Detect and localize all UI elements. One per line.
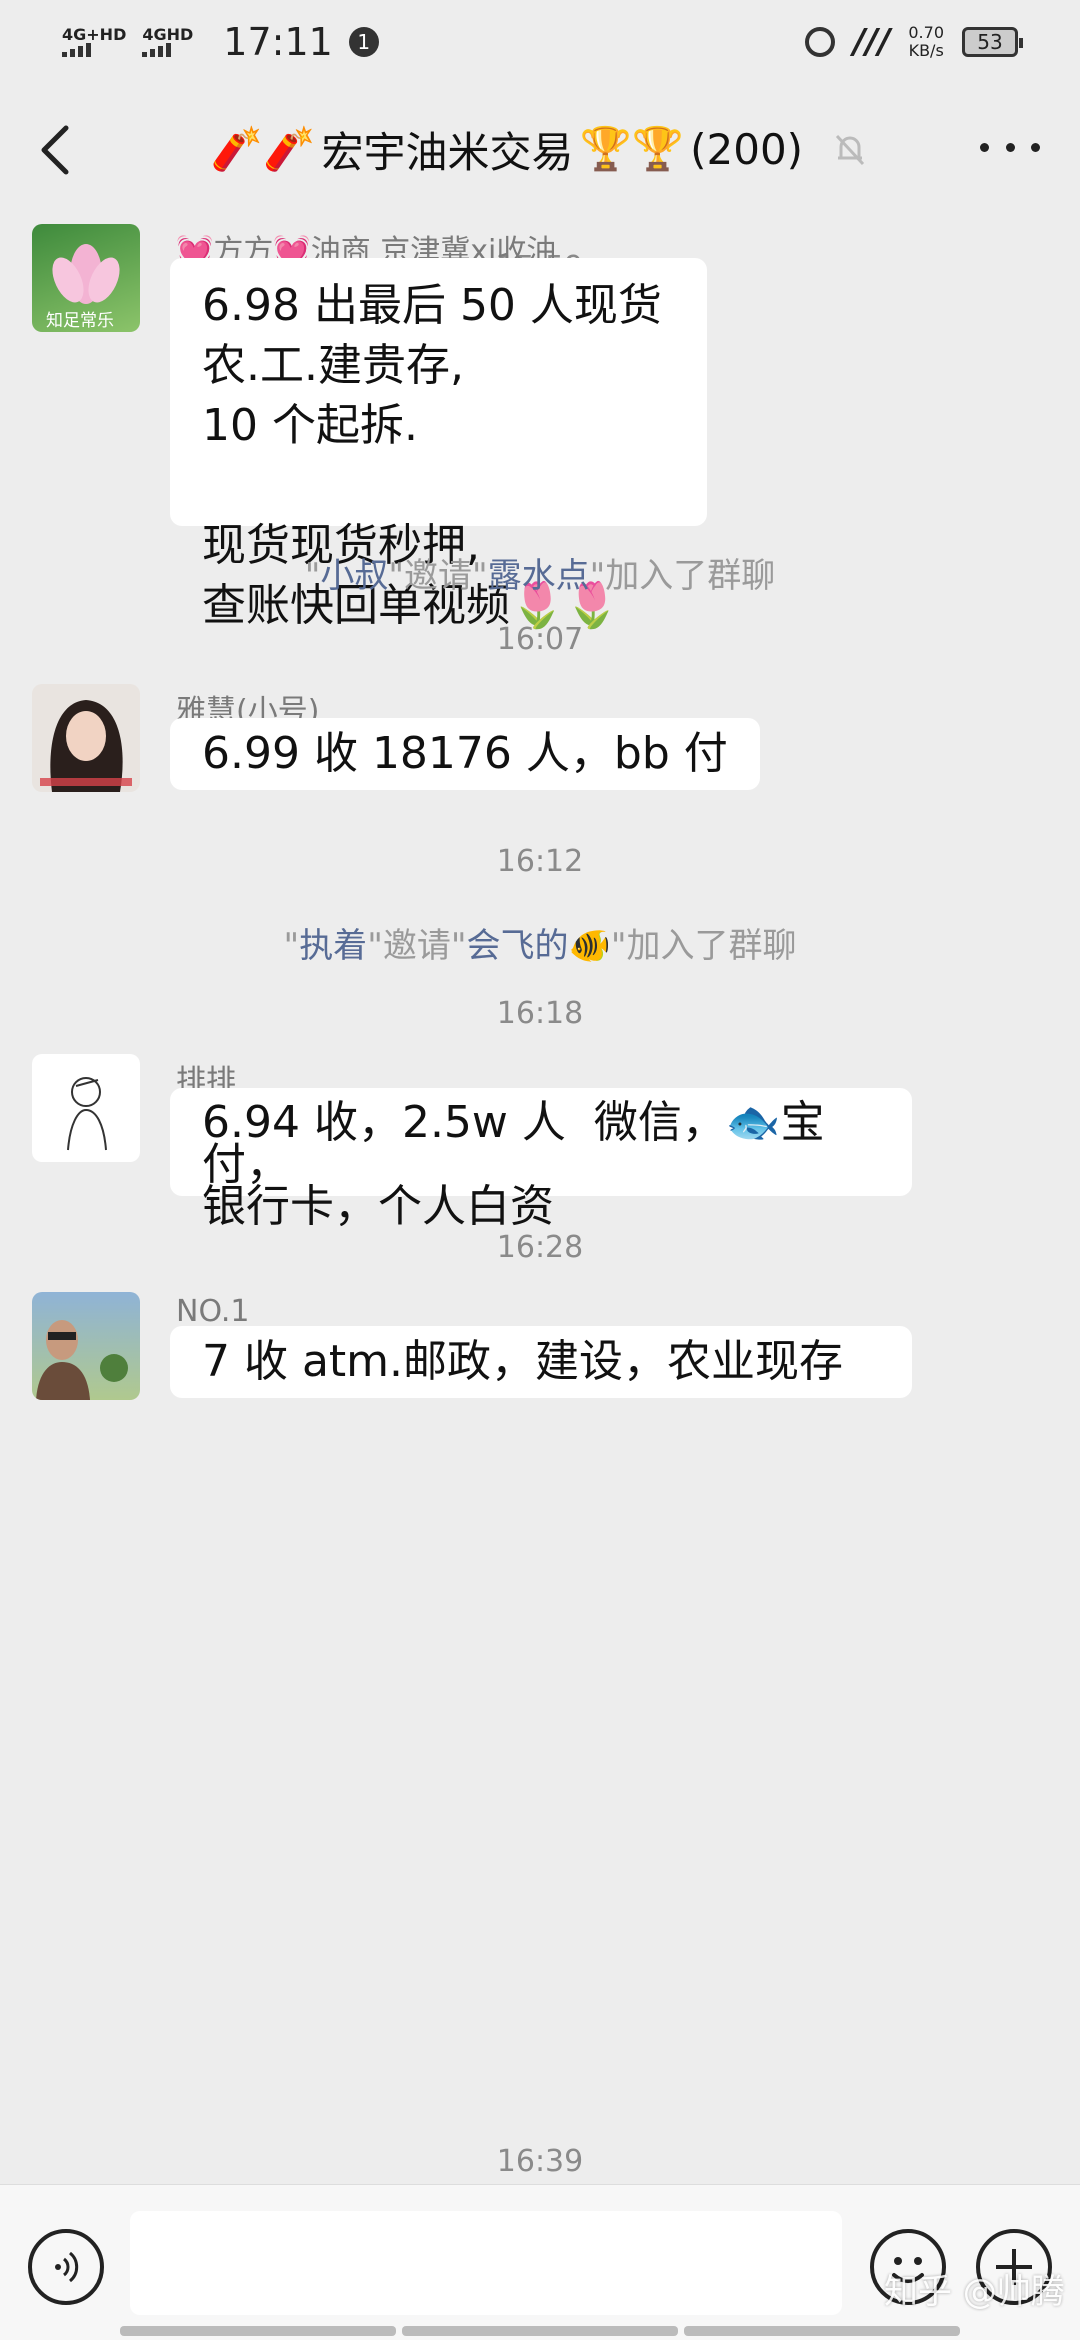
inviter-name[interactable]: 小叔 [320,556,388,596]
sim2-signal: 4GHD [142,27,193,57]
signal-strength-icon: /// [853,22,891,62]
invitee-name[interactable]: 露水点 [488,556,590,596]
alarm-icon [805,27,836,57]
sim2-label: 4GHD [142,25,194,44]
sim1-label: 4G+HD [62,25,127,44]
trophy-emoji: 🏆🏆 [579,124,685,173]
more-dots-icon[interactable] [980,132,1040,162]
system-join-notice: "小叔"邀请"露水点"加入了群聊 [0,548,1080,597]
sys-text: "加入了群聊 [589,556,776,596]
member-count: (200) [690,124,804,174]
message-input[interactable] [130,2211,842,2315]
man-avatar-image [36,1320,128,1400]
timestamp: 16:28 [496,1230,584,1265]
back-arrow-icon[interactable] [30,120,80,180]
message-bubble[interactable]: 6.94 收，2.5w 人 微信，🐟宝付， 银行卡，个人白资 [170,1088,912,1229]
sender-name: NO.1 [176,1294,250,1329]
net-speed-unit: KB/s [908,41,944,60]
avatar[interactable]: 知足常乐 [32,224,140,332]
timestamp: 16:39 [496,2144,584,2179]
message-bubble[interactable]: 6.98 出最后 50 人现货 农.工.建贵存, 10 个起拆. 现货现货秒押,… [170,258,707,631]
mute-bell-icon [835,134,865,166]
sim1-signal: 4G+HD [62,27,126,57]
message-list[interactable]: 15:59 知足常乐 💓方方💓油商 京津冀xj收油 6.98 出最后 50 人现… [0,214,1080,2184]
woman-avatar-image [40,700,132,792]
clock: 17:11 [223,20,333,64]
avatar[interactable] [32,1054,140,1162]
status-bar: 4G+HD 4GHD 17:11 1 /// 0.70 KB/s 53 [0,0,1080,84]
net-speed-value: 0.70 [908,23,944,42]
avatar[interactable] [32,684,140,792]
avatar[interactable] [32,1292,140,1400]
sketch-avatar-image [67,1077,107,1151]
invitee-name[interactable]: 会飞的🐠 [466,926,610,966]
watermark: 知乎 @帅腾 [884,2272,1065,2312]
voice-icon[interactable] [28,2229,104,2305]
gesture-bar[interactable] [120,2326,960,2336]
voice-wave-icon [55,2251,79,2283]
group-name: 宏宇油米交易 [321,127,574,177]
sys-text: "邀请" [388,556,488,596]
avatar-caption: 知足常乐 [46,311,114,331]
signal-bars-icon [142,43,193,57]
message-bubble[interactable]: 7 收 atm.邮政，建设，农业现存 [170,1326,912,1398]
sys-text: " [304,556,321,596]
sys-text: "邀请" [367,926,467,966]
battery-icon: 53 [962,27,1023,57]
message-bubble[interactable]: 6.99 收 18176 人，bb 付 [170,718,760,790]
input-bar [0,2184,1080,2340]
timestamp: 16:12 [496,844,584,879]
net-speed: 0.70 KB/s [908,24,944,60]
firecracker-emoji: 🧨🧨 [210,124,316,173]
signal-bars-icon [62,43,126,57]
timestamp: 16:18 [496,996,584,1031]
notification-badge: 1 [348,27,379,57]
chat-header: 🧨🧨 宏宇油米交易 🏆🏆 (200) [0,84,1080,214]
inviter-name[interactable]: 执着 [299,926,367,966]
timestamp: 16:07 [496,622,584,657]
chat-title: 🧨🧨 宏宇油米交易 🏆🏆 (200) [211,119,869,180]
sys-text: "加入了群聊 [610,926,797,966]
system-join-notice: "执着"邀请"会飞的🐠"加入了群聊 [0,918,1080,967]
sys-text: " [283,926,300,966]
